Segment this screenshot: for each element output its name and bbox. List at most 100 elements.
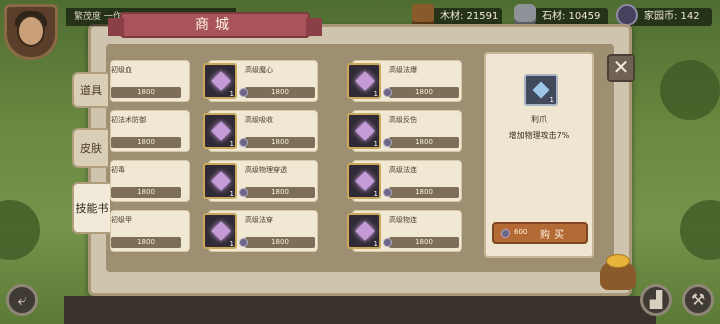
home-coin-resource: 家园币: 142 xyxy=(616,4,712,26)
tab-skill-books[interactable]: 技能书 xyxy=(72,182,110,234)
skill-gem-icon xyxy=(211,121,231,141)
skill-book-icon: 1 xyxy=(203,113,237,149)
selected-skill-book-icon: 1 xyxy=(524,74,558,106)
skill-gem-icon xyxy=(355,221,375,241)
tab-skins[interactable]: 皮肤 xyxy=(72,128,108,168)
buy-button-label: 购买 xyxy=(540,230,568,241)
buy-price: 600 xyxy=(514,228,528,236)
coin-icon xyxy=(239,188,248,197)
shop-item-card[interactable]: 1 高级吸收 1800 xyxy=(203,110,318,152)
coin-icon xyxy=(239,238,248,247)
item-price-value: 1800 xyxy=(415,88,433,96)
item-price: 1800 xyxy=(383,187,459,198)
skill-gem-icon xyxy=(211,221,231,241)
item-price-value: 1800 xyxy=(271,138,289,146)
item-price-value: 1800 xyxy=(271,238,289,246)
skill-gem-icon xyxy=(355,121,375,141)
item-price-value: 1800 xyxy=(137,138,155,146)
shop-item-card[interactable]: 初法术防御 1800 xyxy=(110,110,190,152)
coin-icon xyxy=(501,229,510,238)
item-name: 高级反伤 xyxy=(389,116,417,124)
item-price: 1800 xyxy=(383,237,459,248)
coin-icon xyxy=(239,138,248,147)
shop-item-card[interactable]: 1 高级法连 1800 xyxy=(347,160,462,202)
shop-title: 商城 xyxy=(108,12,322,38)
player-avatar[interactable] xyxy=(4,4,58,60)
close-icon: ✕ xyxy=(612,55,630,79)
item-name: 初级血 xyxy=(111,66,132,74)
item-quantity: 1 xyxy=(229,240,234,248)
skill-gem-icon xyxy=(355,71,375,91)
tab-items[interactable]: 道具 xyxy=(72,72,108,108)
back-button[interactable]: ⤶ xyxy=(6,284,38,316)
item-price: 1800 xyxy=(111,187,181,198)
item-name: 高级物理穿透 xyxy=(245,166,287,174)
shop-item-card[interactable]: 1 高级物连 1800 xyxy=(347,210,462,252)
skill-book-icon: 1 xyxy=(203,163,237,199)
item-price: 1800 xyxy=(111,137,181,148)
item-price: 1800 xyxy=(383,137,459,148)
shop-item-card[interactable]: 1 高级物理穿透 1800 xyxy=(203,160,318,202)
selected-item-description: 增加物理攻击7% xyxy=(508,131,570,140)
skill-gem-icon xyxy=(211,171,231,191)
shop-item-card[interactable]: 1 高级反伤 1800 xyxy=(347,110,462,152)
item-quantity: 1 xyxy=(229,90,234,98)
shop-item-card[interactable]: 1 高级法穿 1800 xyxy=(203,210,318,252)
item-name: 高级法爆 xyxy=(389,66,417,74)
shop-item-card[interactable]: 初毒 1800 xyxy=(110,160,190,202)
hammer-icon: ⚒ xyxy=(690,290,706,309)
item-price-value: 1800 xyxy=(415,138,433,146)
buy-button[interactable]: 600 购买 xyxy=(492,222,588,244)
selected-item-name: 利爪 xyxy=(531,115,547,124)
selected-item-quantity: 1 xyxy=(549,96,554,104)
skill-gem-icon xyxy=(211,71,231,91)
close-button[interactable]: ✕ xyxy=(607,54,635,82)
build-button[interactable]: ▟ xyxy=(640,284,672,316)
item-price: 1800 xyxy=(239,87,315,98)
coin-icon xyxy=(383,188,392,197)
skill-book-icon: 1 xyxy=(347,113,381,149)
item-name: 初毒 xyxy=(111,166,125,174)
tree-decoration xyxy=(680,200,720,260)
skill-book-icon: 1 xyxy=(203,213,237,249)
item-quantity: 1 xyxy=(229,190,234,198)
wood-icon xyxy=(412,4,434,26)
item-price: 1800 xyxy=(111,87,181,98)
hammer-button[interactable]: ⚒ xyxy=(682,284,714,316)
item-name: 高级法穿 xyxy=(245,216,273,224)
item-price-value: 1800 xyxy=(415,188,433,196)
gold-coins-shape xyxy=(606,254,630,268)
tree-decoration xyxy=(0,200,40,260)
skill-book-icon: 1 xyxy=(347,163,381,199)
coin-icon xyxy=(383,88,392,97)
item-price-value: 1800 xyxy=(271,88,289,96)
bottom-bar xyxy=(64,296,656,324)
item-price-value: 1800 xyxy=(137,88,155,96)
skill-gem-icon xyxy=(532,81,550,99)
shop-item-card[interactable]: 1 高级法爆 1800 xyxy=(347,60,462,102)
shop-item-card[interactable]: 1 高级魔心 1800 xyxy=(203,60,318,102)
item-quantity: 1 xyxy=(373,190,378,198)
item-price-value: 1800 xyxy=(137,188,155,196)
item-name: 高级魔心 xyxy=(245,66,273,74)
home-coin-icon xyxy=(616,4,638,26)
skill-gem-icon xyxy=(355,171,375,191)
item-price: 1800 xyxy=(383,87,459,98)
anvil-icon: ▟ xyxy=(649,290,663,309)
skill-book-icon: 1 xyxy=(203,63,237,99)
item-price: 1800 xyxy=(111,237,181,248)
tree-decoration xyxy=(660,60,720,120)
item-name: 初级甲 xyxy=(111,216,132,224)
item-quantity: 1 xyxy=(229,140,234,148)
item-name: 高级法连 xyxy=(389,166,417,174)
item-price: 1800 xyxy=(239,187,315,198)
shop-item-card[interactable]: 初级甲 1800 xyxy=(110,210,190,252)
item-quantity: 1 xyxy=(373,90,378,98)
item-price: 1800 xyxy=(239,137,315,148)
item-price-value: 1800 xyxy=(137,238,155,246)
skill-book-icon: 1 xyxy=(347,63,381,99)
stone-icon xyxy=(514,4,536,26)
item-quantity: 1 xyxy=(373,140,378,148)
item-name: 初法术防御 xyxy=(111,116,146,124)
shop-item-card[interactable]: 初级血 1800 xyxy=(110,60,190,102)
